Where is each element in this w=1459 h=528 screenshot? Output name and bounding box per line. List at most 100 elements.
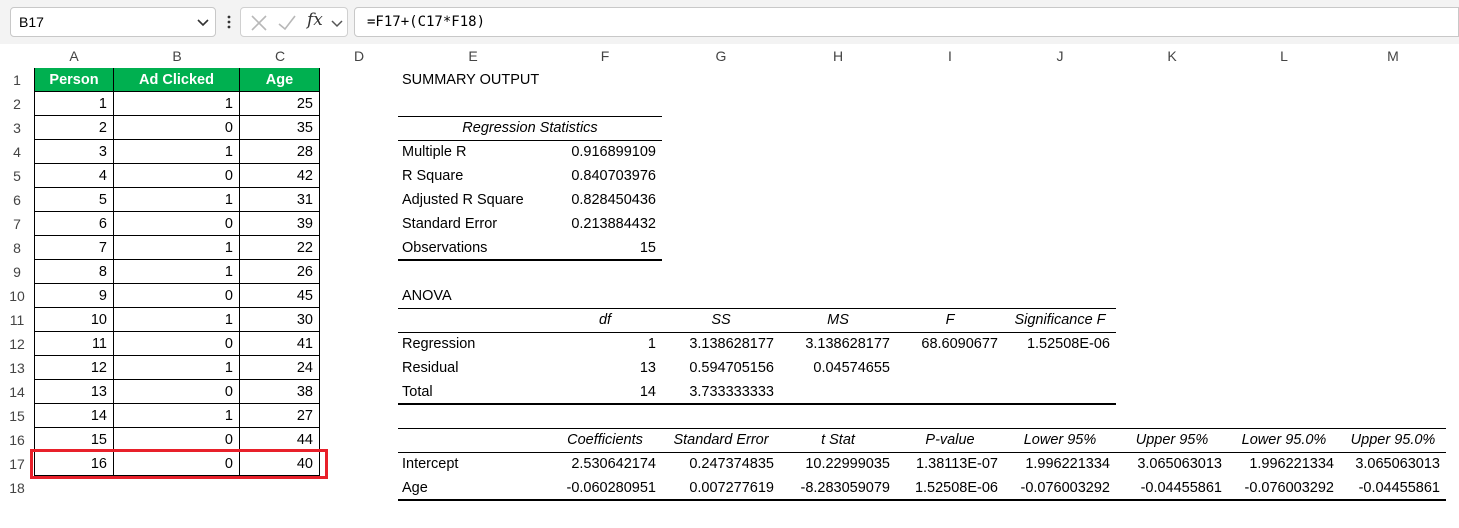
check-icon[interactable] [277, 13, 297, 33]
column-header-b[interactable]: B [114, 44, 240, 68]
row-header-6[interactable]: 6 [0, 188, 34, 212]
table-cell[interactable]: 2 [34, 116, 114, 140]
row-header-4[interactable]: 4 [0, 140, 34, 164]
anova-header[interactable]: df [548, 308, 662, 332]
stat-label[interactable]: Multiple R [398, 140, 548, 164]
column-header-l[interactable]: L [1228, 44, 1340, 68]
anova-header[interactable]: MS [780, 308, 896, 332]
table-cell[interactable]: 22 [240, 236, 320, 260]
table-cell[interactable]: 25 [240, 92, 320, 116]
table-cell[interactable]: 12 [34, 356, 114, 380]
coef-cell[interactable]: 2.530642174 [548, 452, 662, 476]
row-header-3[interactable]: 3 [0, 116, 34, 140]
column-header-k[interactable]: K [1116, 44, 1228, 68]
stat-value[interactable]: 0.213884432 [548, 212, 662, 236]
table-cell[interactable]: 8 [34, 260, 114, 284]
anova-cell[interactable]: 14 [548, 380, 662, 404]
column-header-i[interactable]: I [896, 44, 1004, 68]
coef-header[interactable]: Lower 95.0% [1228, 428, 1340, 452]
stat-value[interactable]: 15 [548, 236, 662, 260]
regression-stats-title[interactable]: Regression Statistics [398, 116, 662, 140]
coef-header[interactable]: Standard Error [662, 428, 780, 452]
table-cell[interactable]: 1 [114, 188, 240, 212]
worksheet-grid[interactable]: A B C D E F G H I J K L M 1 2 3 4 5 6 7 8 9 10 11 12 13 14 15 16 17 18… [0, 44, 1459, 528]
coef-cell[interactable]: Intercept [398, 452, 548, 476]
table-cell[interactable]: 10 [34, 308, 114, 332]
anova-title[interactable]: ANOVA [398, 284, 452, 308]
anova-cell[interactable]: 1.52508E-06 [1004, 332, 1116, 356]
anova-header[interactable]: F [896, 308, 1004, 332]
table-cell[interactable]: 30 [240, 308, 320, 332]
coef-cell[interactable]: 3.065063013 [1340, 452, 1446, 476]
coef-cell[interactable]: -0.04455861 [1340, 476, 1446, 500]
column-header-g[interactable]: G [662, 44, 780, 68]
table-cell[interactable]: 42 [240, 164, 320, 188]
table-cell[interactable]: 0 [114, 284, 240, 308]
row-header-2[interactable]: 2 [0, 92, 34, 116]
row-header-11[interactable]: 11 [0, 308, 34, 332]
anova-cell[interactable]: 0.594705156 [662, 356, 780, 380]
table-cell[interactable]: 3 [34, 140, 114, 164]
anova-cell[interactable] [1004, 356, 1116, 380]
stat-value[interactable]: 0.828450436 [548, 188, 662, 212]
row-header-9[interactable]: 9 [0, 260, 34, 284]
row-header-12[interactable]: 12 [0, 332, 34, 356]
coef-cell[interactable]: 1.38113E-07 [896, 452, 1004, 476]
column-header-e[interactable]: E [398, 44, 548, 68]
anova-cell[interactable]: 0.04574655 [780, 356, 896, 380]
stat-value[interactable]: 0.840703976 [548, 164, 662, 188]
table-cell[interactable]: 11 [34, 332, 114, 356]
coef-cell[interactable]: 1.996221334 [1004, 452, 1116, 476]
anova-cell[interactable]: 3.733333333 [662, 380, 780, 404]
anova-cell[interactable] [780, 380, 896, 404]
anova-header[interactable]: Significance F [1004, 308, 1116, 332]
row-header-5[interactable]: 5 [0, 164, 34, 188]
stat-label[interactable]: R Square [398, 164, 548, 188]
table-cell[interactable]: 31 [240, 188, 320, 212]
table-cell[interactable]: 0 [114, 116, 240, 140]
coef-header[interactable]: Upper 95.0% [1340, 428, 1446, 452]
anova-cell[interactable]: 68.6090677 [896, 332, 1004, 356]
row-header-7[interactable]: 7 [0, 212, 34, 236]
stat-value[interactable]: 0.916899109 [548, 140, 662, 164]
formula-input[interactable]: =F17+(C17*F18) [354, 7, 1459, 37]
table-cell[interactable]: 28 [240, 140, 320, 164]
coef-header[interactable]: Lower 95% [1004, 428, 1116, 452]
coef-cell[interactable]: -0.060280951 [548, 476, 662, 500]
coef-cell[interactable]: 10.22999035 [780, 452, 896, 476]
column-header-m[interactable]: M [1340, 44, 1446, 68]
anova-header[interactable]: SS [662, 308, 780, 332]
coef-cell[interactable]: -0.04455861 [1116, 476, 1228, 500]
table-cell[interactable]: 0 [114, 332, 240, 356]
anova-cell[interactable]: 13 [548, 356, 662, 380]
table-cell[interactable]: 9 [34, 284, 114, 308]
table-cell[interactable]: 13 [34, 380, 114, 404]
stat-label[interactable]: Adjusted R Square [398, 188, 548, 212]
table-cell[interactable]: 41 [240, 332, 320, 356]
coef-cell[interactable]: -0.076003292 [1228, 476, 1340, 500]
column-header-c[interactable]: C [240, 44, 320, 68]
table-cell[interactable]: 7 [34, 236, 114, 260]
table-header-ad-clicked[interactable]: Ad Clicked [114, 68, 240, 92]
coef-cell[interactable]: 0.007277619 [662, 476, 780, 500]
function-icon[interactable]: fx [307, 10, 327, 30]
table-cell[interactable]: 27 [240, 404, 320, 428]
table-cell[interactable]: 1 [114, 260, 240, 284]
table-cell[interactable]: 39 [240, 212, 320, 236]
column-header-d[interactable]: D [320, 44, 398, 68]
table-header-age[interactable]: Age [240, 68, 320, 92]
table-cell[interactable]: 4 [34, 164, 114, 188]
table-cell[interactable]: 6 [34, 212, 114, 236]
column-header-f[interactable]: F [548, 44, 662, 68]
table-cell[interactable]: 38 [240, 380, 320, 404]
coef-cell[interactable]: 3.065063013 [1116, 452, 1228, 476]
more-vertical-icon[interactable] [226, 13, 232, 31]
table-cell[interactable]: 24 [240, 356, 320, 380]
chevron-down-icon[interactable] [329, 13, 345, 33]
table-cell[interactable]: 1 [114, 92, 240, 116]
coef-cell[interactable]: 0.247374835 [662, 452, 780, 476]
coef-cell[interactable]: Age [398, 476, 548, 500]
chevron-down-icon[interactable] [194, 13, 212, 31]
table-cell[interactable]: 26 [240, 260, 320, 284]
coef-cell[interactable]: -0.076003292 [1004, 476, 1116, 500]
